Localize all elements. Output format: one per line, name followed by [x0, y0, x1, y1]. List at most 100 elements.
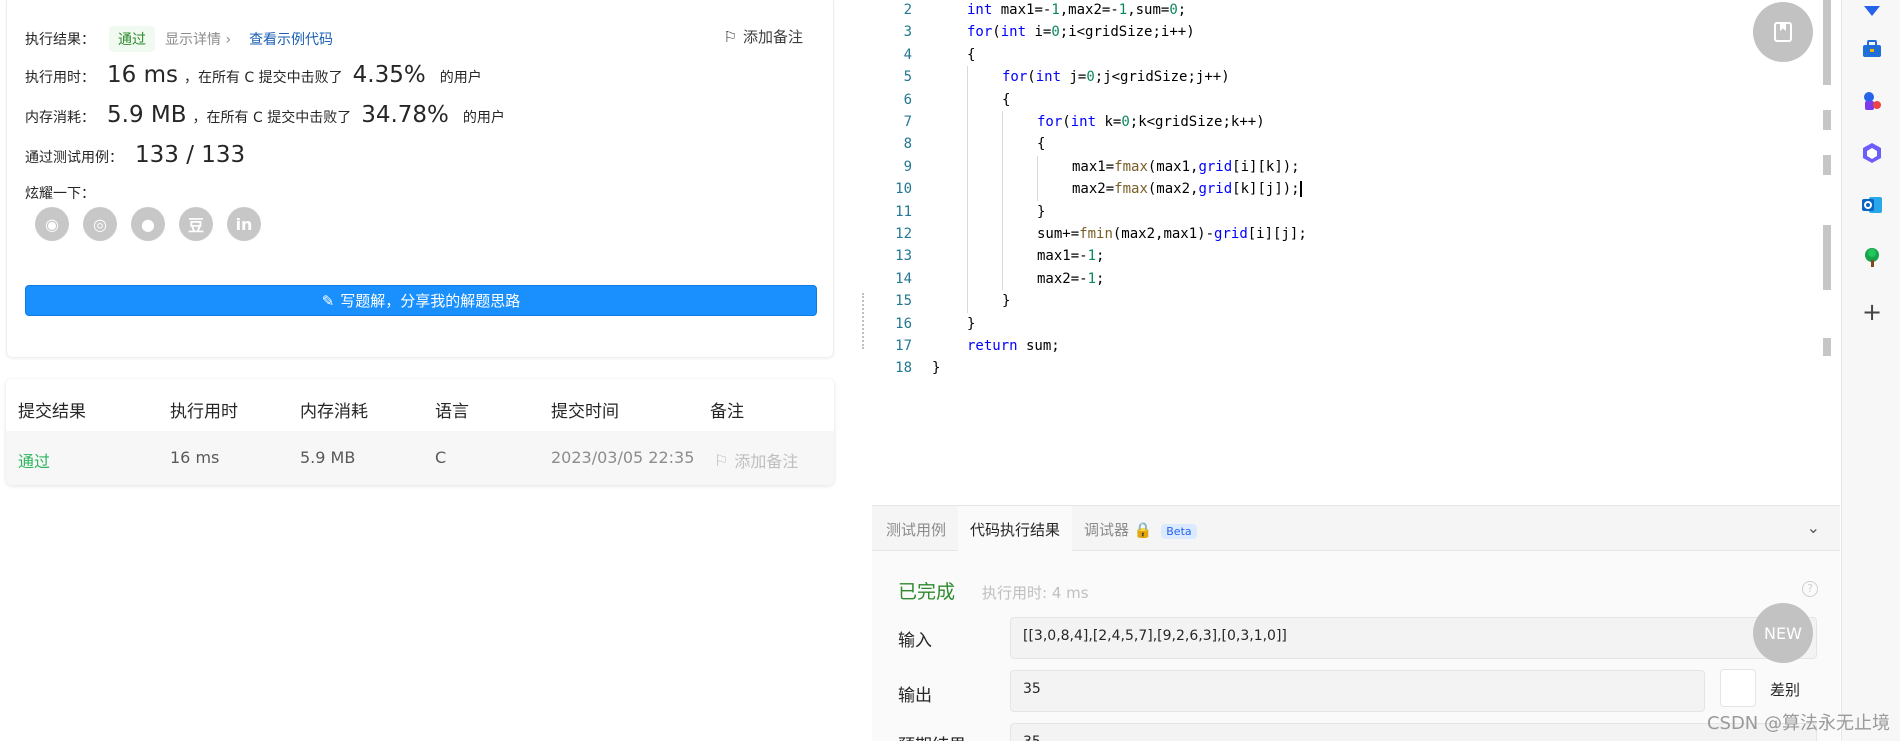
row-language: C: [435, 448, 447, 467]
line-number: 10: [895, 181, 912, 198]
execution-time: 执行用时: 4 ms: [982, 584, 1089, 602]
share-icons: ◉ ◎ ● 豆 in: [35, 207, 261, 241]
header-memory: 内存消耗: [300, 402, 368, 422]
share-row: 炫耀一下：: [25, 183, 95, 203]
indent-guide: [967, 200, 968, 223]
show-details-link[interactable]: 显示详情 ›: [165, 29, 231, 49]
indent-guide: [1002, 245, 1003, 268]
code-line[interactable]: }: [1002, 290, 1010, 312]
line-number: 5: [903, 69, 912, 86]
line-number: 13: [895, 248, 912, 265]
write-solution-button[interactable]: ✎ 写题解，分享我的解题思路: [25, 285, 817, 316]
indent-guide: [967, 88, 968, 111]
bookmark-icon: [1774, 22, 1792, 42]
help-icon[interactable]: ?: [1802, 581, 1818, 597]
line-number: 7: [903, 114, 912, 130]
tab-debugger[interactable]: 调试器 🔒 Beta: [1084, 519, 1197, 540]
indent-guide: [1002, 111, 1003, 134]
indent-guide: [1037, 155, 1038, 179]
sample-code-link[interactable]: 查看示例代码: [249, 29, 333, 49]
row-add-note[interactable]: ⚐ 添加备注: [714, 448, 798, 472]
code-line[interactable]: }: [1037, 201, 1045, 223]
indent-guide: [1002, 133, 1003, 156]
tests-row: 通过测试用例： 133 / 133: [25, 142, 245, 168]
tab-testcases[interactable]: 测试用例: [886, 519, 946, 540]
runtime-percent: 4.35%: [352, 62, 426, 88]
table-row[interactable]: 通过 16 ms 5.9 MB C 2023/03/05 22:35 ⚐ 添加备…: [6, 431, 834, 485]
add-note-button[interactable]: ⚐ 添加备注: [724, 26, 803, 47]
code-line[interactable]: max1=-1;: [1037, 245, 1104, 267]
tab-execution-result[interactable]: 代码执行结果: [958, 506, 1073, 552]
code-line[interactable]: max1=fmax(max1,grid[i][k]);: [1072, 156, 1300, 178]
code-line[interactable]: sum+=fmin(max2,max1)-grid[i][j];: [1037, 223, 1307, 245]
indent-guide: [967, 66, 968, 89]
memory-suffix: 的用户: [462, 110, 505, 126]
indent-guide: [967, 267, 968, 291]
share-label: 炫耀一下：: [25, 186, 95, 202]
expected-field: 35: [1010, 723, 1817, 741]
indent-guide: [1002, 178, 1003, 201]
row-time: 2023/03/05 22:35: [551, 448, 695, 467]
qq-icon[interactable]: ●: [131, 207, 165, 241]
diff-toggle[interactable]: [1720, 669, 1756, 707]
indent-guide: [1002, 200, 1003, 223]
row-memory: 5.9 MB: [300, 448, 356, 467]
beta-badge: Beta: [1161, 524, 1197, 539]
indent-guide: [1002, 267, 1003, 291]
memory-value: 5.9 MB: [107, 102, 187, 128]
bookmark-button[interactable]: [1753, 2, 1813, 62]
header-status: 提交结果: [18, 402, 86, 422]
line-number: 9: [903, 158, 912, 175]
code-line[interactable]: {: [1002, 89, 1010, 111]
line-number: 11: [895, 203, 912, 220]
input-field[interactable]: [[3,0,8,4],[2,4,5,7],[9,2,6,3],[0,3,1,0]…: [1010, 617, 1817, 659]
copilot-icon[interactable]: [1860, 141, 1884, 165]
toolbox-icon[interactable]: [1860, 37, 1884, 61]
linkedin-icon[interactable]: in: [227, 207, 261, 241]
line-number: 14: [895, 270, 912, 287]
panel-resize-handle[interactable]: [862, 293, 865, 349]
output-label: 输出: [898, 686, 932, 706]
code-line[interactable]: return sum;: [967, 335, 1060, 357]
games-icon[interactable]: [1860, 89, 1884, 113]
memory-mid: ，在所有 C 提交中击败了: [192, 110, 352, 126]
new-button[interactable]: NEW: [1753, 603, 1813, 663]
lock-icon: 🔒: [1133, 521, 1153, 539]
code-line[interactable]: int max1=-1,max2=-1,sum=0;: [967, 0, 1186, 21]
code-line[interactable]: max2=-1;: [1037, 268, 1104, 290]
tests-value: 133 / 133: [135, 142, 246, 168]
runtime-suffix: 的用户: [439, 70, 482, 86]
add-icon[interactable]: +: [1860, 298, 1884, 326]
line-number: 15: [895, 293, 912, 310]
shopping-icon[interactable]: [1860, 0, 1884, 24]
row-note-label: 添加备注: [734, 452, 799, 471]
runtime-mid: ，在所有 C 提交中击败了: [183, 70, 343, 86]
douban-icon[interactable]: 豆: [179, 207, 213, 241]
memory-percent: 34.78%: [361, 102, 449, 128]
code-line[interactable]: }: [967, 313, 975, 335]
result-panel: 执行结果： 通过 显示详情 › 查看示例代码 ⚐ 添加备注 执行用时： 16 m…: [0, 0, 845, 741]
code-line[interactable]: for(int k=0;k<gridSize;k++): [1037, 111, 1265, 133]
wechat-icon[interactable]: ◉: [35, 207, 69, 241]
runtime-value: 16 ms: [107, 62, 178, 88]
status-badge: 通过: [109, 26, 155, 52]
code-line[interactable]: {: [967, 44, 975, 66]
code-line[interactable]: max2=fmax(max2,grid[k][j]);: [1072, 178, 1302, 200]
code-editor[interactable]: 2 int max1=-1,max2=-1,sum=0; 3 for(int i=0;…: [872, 0, 1827, 505]
code-line[interactable]: {: [1037, 133, 1045, 155]
code-line[interactable]: for(int i=0;i<gridSize;i++): [967, 21, 1195, 43]
outlook-icon[interactable]: [1860, 193, 1884, 217]
weibo-icon[interactable]: ◎: [83, 207, 117, 241]
watermark: CSDN @算法永无止境: [1706, 713, 1890, 734]
editor-minimap-scrollbar[interactable]: [1823, 0, 1831, 360]
runtime-row: 执行用时： 16 ms ，在所有 C 提交中击败了 4.35% 的用户: [25, 62, 482, 88]
code-line[interactable]: for(int j=0;j<gridSize;j++): [1002, 66, 1230, 88]
chevron-down-icon[interactable]: ⌄: [1807, 518, 1820, 537]
execution-status: 已完成: [898, 581, 956, 603]
line-number: 18: [895, 360, 912, 377]
submission-table: 提交结果 执行用时 内存消耗 语言 提交时间 备注 通过 16 ms 5.9 M…: [6, 379, 834, 485]
code-line[interactable]: }: [932, 357, 940, 379]
indent-guide: [1002, 155, 1003, 179]
row-status[interactable]: 通过: [18, 448, 50, 472]
tree-icon[interactable]: [1860, 245, 1884, 269]
